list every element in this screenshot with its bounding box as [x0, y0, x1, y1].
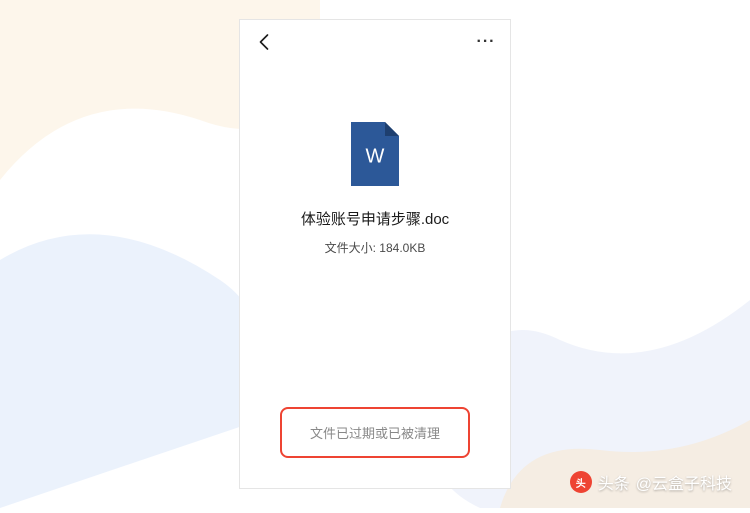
- chevron-left-icon: [259, 34, 269, 50]
- word-file-icon: W: [349, 122, 401, 186]
- toutiao-logo-icon: 头: [570, 471, 592, 493]
- watermark-handle: @云盒子科技: [636, 470, 732, 494]
- file-size-label: 文件大小: 184.0KB: [325, 239, 426, 256]
- file-name-label: 体验账号申请步骤.doc: [301, 208, 449, 229]
- nav-bar: ···: [240, 20, 510, 64]
- more-button[interactable]: ···: [474, 30, 498, 54]
- expired-message: 文件已过期或已被清理: [310, 423, 440, 442]
- watermark-prefix: 头条: [598, 470, 630, 494]
- expired-highlight-box: 文件已过期或已被清理: [280, 407, 470, 458]
- back-button[interactable]: [252, 30, 276, 54]
- status-area: 文件已过期或已被清理: [240, 407, 510, 488]
- file-info-panel: W 体验账号申请步骤.doc 文件大小: 184.0KB: [240, 64, 510, 407]
- watermark: 头 头条 @云盒子科技: [570, 470, 732, 494]
- phone-screen: ··· W 体验账号申请步骤.doc 文件大小: 184.0KB 文件已过期或已…: [239, 19, 511, 489]
- file-type-letter: W: [366, 145, 385, 168]
